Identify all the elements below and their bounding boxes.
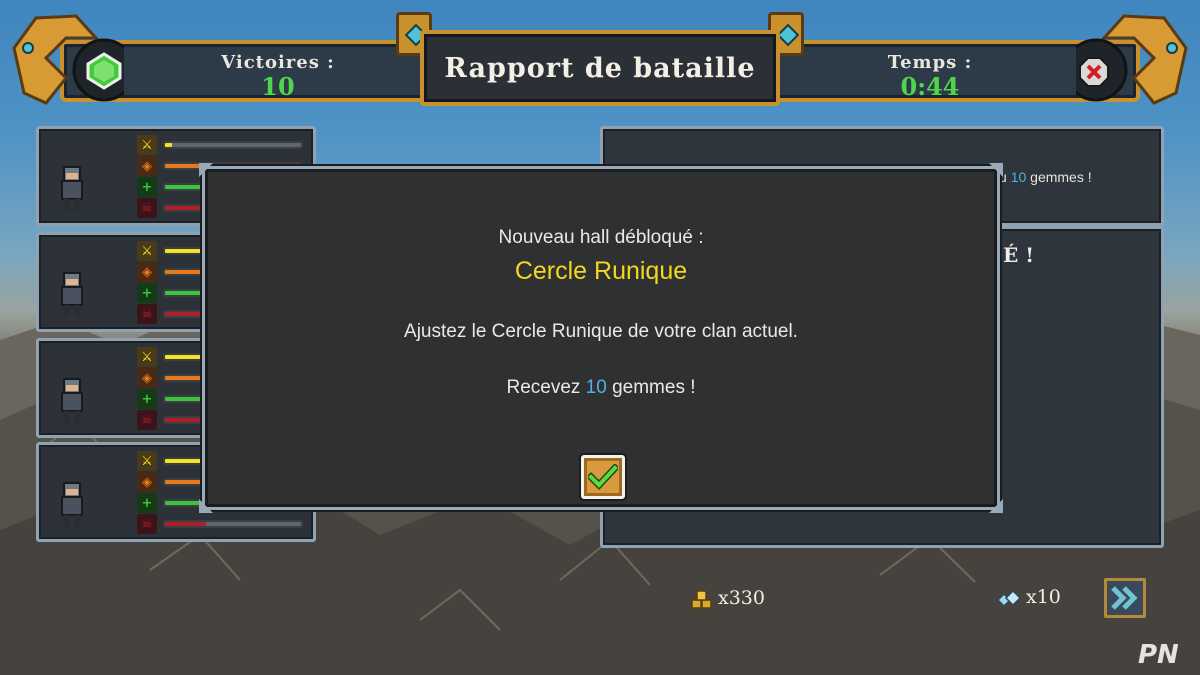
skull-icon: ☠: [137, 410, 157, 430]
skull-icon: ☠: [137, 198, 157, 218]
reward-number: 10: [585, 377, 607, 398]
stat-icons: ⚔ ◈ + ☠: [137, 451, 159, 535]
stat-bar-fill: [165, 206, 206, 210]
heal-cross-icon: +: [137, 493, 157, 513]
hall-unlocked-dialog: Nouveau hall débloqué : Cercle Runique A…: [199, 163, 1003, 513]
shield-icon: ◈: [137, 472, 157, 492]
victories-label: Victoires :: [221, 52, 335, 73]
victories-value: 10: [261, 72, 295, 101]
stat-bar-fill: [165, 185, 206, 189]
hall-name: Cercle Runique: [514, 257, 688, 285]
stat-bar-fill: [165, 397, 206, 401]
dialog-reward: Recevez 10 gemmes !: [205, 377, 997, 399]
hero-sprite: [55, 479, 89, 531]
page-title: Rapport de bataille: [444, 52, 756, 84]
hero-sprite: [55, 375, 89, 427]
stat-bar-fill: [165, 143, 172, 147]
stat-bar-fill: [165, 376, 206, 380]
stat-icons: ⚔ ◈ + ☠: [137, 241, 159, 325]
stat-bar-fill: [165, 418, 206, 422]
stat-bar-fill: [165, 480, 206, 484]
heal-cross-icon: +: [137, 389, 157, 409]
stat-bar: [163, 520, 303, 528]
hero-sprite: [55, 269, 89, 321]
shield-icon: ◈: [137, 368, 157, 388]
stat-icons: ⚔ ◈ + ☠: [137, 135, 159, 219]
heal-cross-icon: +: [137, 283, 157, 303]
dialog-heading: Nouveau hall débloqué :: [498, 227, 704, 248]
double-chevron-right-icon: [1111, 586, 1138, 610]
reward-suffix: gemmes !: [612, 377, 696, 398]
red-x-icon: [1079, 57, 1109, 87]
checkmark-icon: [588, 464, 618, 490]
partial-reward-text: u 10 gemmes !: [999, 169, 1092, 185]
watermark-logo: PN: [1138, 640, 1179, 670]
gold-coins-icon: [691, 590, 712, 609]
gold-reward: x330: [690, 586, 765, 610]
sword-icon: ⚔: [137, 451, 157, 471]
time-value: 0:44: [900, 72, 960, 101]
stat-bar-fill: [165, 291, 206, 295]
hero-sprite: [55, 163, 89, 215]
time-label: Temps :: [887, 52, 973, 73]
skull-icon: ☠: [137, 514, 157, 534]
title-plate: Rapport de bataille: [420, 30, 780, 106]
stat-bar-fill: [165, 522, 206, 526]
close-button[interactable]: [1078, 56, 1110, 88]
gem-pile-icon: [996, 589, 1022, 608]
confirm-button[interactable]: [581, 455, 625, 499]
shield-icon: ◈: [137, 262, 157, 282]
sword-icon: ⚔: [137, 135, 157, 155]
gem-reward: x10: [996, 586, 1061, 608]
partial-heading: É !: [1003, 243, 1034, 267]
gold-amount: x330: [718, 587, 765, 609]
next-button[interactable]: [1104, 578, 1146, 618]
heal-cross-icon: +: [137, 177, 157, 197]
stat-bar-fill: [165, 459, 206, 463]
stat-bar: [163, 141, 303, 149]
gem-amount: x10: [1026, 586, 1061, 608]
sword-icon: ⚔: [137, 241, 157, 261]
skull-icon: ☠: [137, 304, 157, 324]
sword-icon: ⚔: [137, 347, 157, 367]
dragon-ornament-left: [12, 14, 124, 105]
stat-icons: ⚔ ◈ + ☠: [137, 347, 159, 431]
dialog-description: Ajustez le Cercle Runique de votre clan …: [404, 321, 798, 342]
reward-prefix: Recevez: [506, 377, 581, 398]
shield-icon: ◈: [137, 156, 157, 176]
